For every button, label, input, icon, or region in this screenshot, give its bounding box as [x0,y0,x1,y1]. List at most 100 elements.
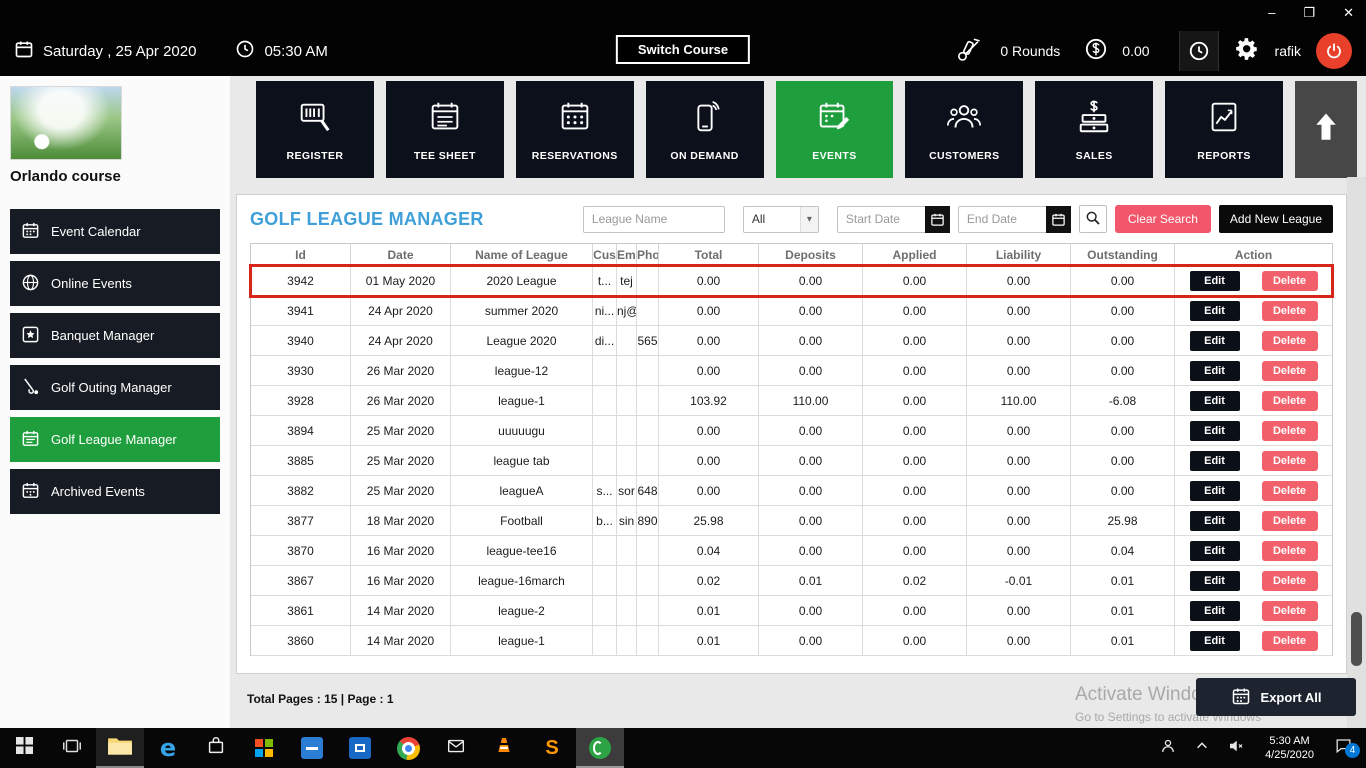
edit-button[interactable]: Edit [1189,330,1240,351]
table-row: 3882 25 Mar 2020 leagueA s... sor 648 0.… [251,476,1332,506]
taskbar-blue-app-1[interactable] [288,728,336,768]
cell-action: Edit Delete [1175,356,1332,386]
edit-button[interactable]: Edit [1189,600,1240,621]
cell-email [617,596,637,626]
cell-action: Edit Delete [1175,596,1332,626]
scroll-top-button[interactable] [1295,81,1357,178]
delete-button[interactable]: Delete [1261,420,1318,441]
power-button[interactable] [1316,33,1352,69]
delete-button[interactable]: Delete [1261,270,1318,291]
start-button[interactable] [0,728,48,768]
action-center-button[interactable]: 4 [1328,736,1360,760]
delete-button[interactable]: Delete [1261,540,1318,561]
taskbar-blue-app-2[interactable] [336,728,384,768]
tile-customers[interactable]: CUSTOMERS [905,81,1024,178]
delete-button[interactable]: Delete [1261,390,1318,411]
edit-button[interactable]: Edit [1189,480,1240,501]
delete-button[interactable]: Delete [1261,300,1318,321]
cell-outstanding: 0.00 [1071,356,1175,386]
cell-total: 0.02 [659,566,759,596]
tile-tee-sheet[interactable]: TEE SHEET [385,81,504,178]
tray-show-hidden-button[interactable] [1187,739,1217,758]
delete-button[interactable]: Delete [1261,600,1318,621]
taskbar-mail[interactable] [432,728,480,768]
sidebar-item-banquet-manager[interactable]: Banquet Manager [10,313,220,358]
cell-league-name: league-tee16 [451,536,593,566]
edit-button[interactable]: Edit [1189,540,1240,561]
tile-sales[interactable]: SALES [1035,81,1154,178]
sidebar-item-golf-league-manager[interactable]: Golf League Manager [10,417,220,462]
delete-button[interactable]: Delete [1261,510,1318,531]
tile-reports[interactable]: REPORTS [1165,81,1283,178]
taskbar-vlc[interactable] [480,728,528,768]
edit-button[interactable]: Edit [1189,420,1240,441]
sidebar-item-golf-outing-manager[interactable]: Golf Outing Manager [10,365,220,410]
cell-total: 0.00 [659,326,759,356]
edit-button[interactable]: Edit [1189,450,1240,471]
edit-button[interactable]: Edit [1189,300,1240,321]
edit-button[interactable]: Edit [1189,570,1240,591]
delete-button[interactable]: Delete [1261,570,1318,591]
task-view-button[interactable] [48,728,96,768]
tile-register[interactable]: REGISTER [256,81,374,178]
calendar-icon [14,39,34,64]
close-button[interactable]: ✕ [1343,5,1354,21]
switch-course-button[interactable]: Switch Course [615,35,751,64]
end-date-input[interactable] [957,205,1046,233]
vertical-scrollbar[interactable] [1347,177,1366,728]
cell-id: 3941 [251,296,351,326]
delete-button[interactable]: Delete [1261,630,1318,651]
export-all-button[interactable]: Export All [1196,678,1356,716]
edit-button[interactable]: Edit [1189,510,1240,531]
tray-clock[interactable]: 5:30 AM 4/25/2020 [1265,734,1314,762]
cell-date: 26 Mar 2020 [351,356,451,386]
cell-customer: t... [593,266,617,296]
taskbar-golf-app[interactable] [576,728,624,768]
start-date-calendar-button[interactable] [924,205,950,233]
cell-action: Edit Delete [1175,296,1332,326]
delete-button[interactable]: Delete [1261,330,1318,351]
person-icon [1159,737,1177,760]
taskbar-store[interactable] [192,728,240,768]
golf-league-panel: GOLF LEAGUE MANAGER All Clea [236,194,1347,674]
gear-icon[interactable] [1234,36,1260,67]
sidebar-menu: Event Calendar Online Events Banquet Man… [0,209,230,514]
search-button[interactable] [1078,205,1107,233]
scrollbar-thumb[interactable] [1351,612,1362,666]
minimize-button[interactable]: – [1268,5,1275,21]
clear-search-button[interactable]: Clear Search [1114,205,1211,233]
restore-button[interactable]: ❐ [1303,5,1315,21]
tile-on-demand[interactable]: ON DEMAND [645,81,764,178]
tile-events[interactable]: EVENTS [775,81,894,178]
end-date-group [957,205,1071,233]
sidebar-item-online-events[interactable]: Online Events [10,261,220,306]
taskbar-chrome[interactable] [384,728,432,768]
league-name-input[interactable] [582,205,725,233]
start-date-input[interactable] [836,205,925,233]
time-clock-button[interactable] [1178,31,1219,71]
tile-reservations[interactable]: RESERVATIONS [515,81,634,178]
taskbar-sublime[interactable] [528,728,576,768]
type-filter-select[interactable]: All [742,205,819,233]
cell-date: 25 Mar 2020 [351,476,451,506]
sidebar-item-event-calendar[interactable]: Event Calendar [10,209,220,254]
sidebar-item-archived-events[interactable]: Archived Events [10,469,220,514]
taskbar-file-explorer[interactable] [96,728,144,768]
delete-button[interactable]: Delete [1261,450,1318,471]
taskbar-edge[interactable] [144,728,192,768]
cell-id: 3861 [251,596,351,626]
cell-league-name: League 2020 [451,326,593,356]
end-date-calendar-button[interactable] [1045,205,1071,233]
delete-button[interactable]: Delete [1261,480,1318,501]
tray-volume-button[interactable] [1221,737,1251,760]
taskbar-colored-tiles-app[interactable] [240,728,288,768]
add-new-league-button[interactable]: Add New League [1218,205,1333,233]
edit-button[interactable]: Edit [1189,630,1240,651]
cell-total: 0.01 [659,596,759,626]
edit-button[interactable]: Edit [1189,390,1240,411]
delete-button[interactable]: Delete [1261,360,1318,381]
edit-button[interactable]: Edit [1189,360,1240,381]
edit-button[interactable]: Edit [1189,270,1240,291]
tray-people-button[interactable] [1153,737,1183,760]
cell-phone [637,296,659,326]
